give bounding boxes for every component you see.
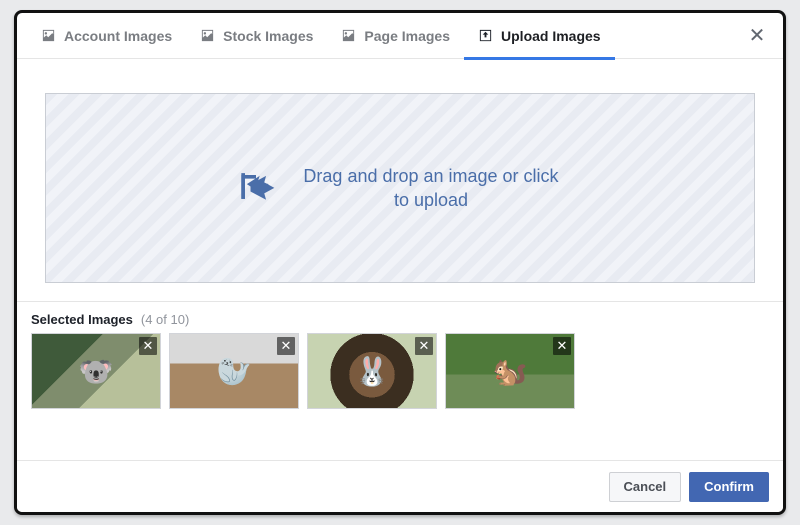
cancel-button[interactable]: Cancel bbox=[609, 472, 682, 502]
upload-dropzone[interactable]: Drag and drop an image or click to uploa… bbox=[45, 93, 755, 283]
close-icon: ✕ bbox=[419, 338, 430, 353]
tab-page-images[interactable]: Page Images bbox=[327, 13, 464, 59]
upload-arrow-icon bbox=[234, 164, 278, 213]
upload-image-icon bbox=[478, 28, 493, 43]
tab-label: Page Images bbox=[364, 28, 450, 44]
selected-thumbnail[interactable]: 🐰 ✕ bbox=[307, 333, 437, 409]
tab-label: Account Images bbox=[64, 28, 172, 44]
selected-images-section: Selected Images (4 of 10) 🐨 ✕ 🦭 ✕ 🐰 ✕ 🐿️ bbox=[17, 302, 783, 409]
remove-thumbnail-button[interactable]: ✕ bbox=[553, 337, 571, 355]
close-icon: ✕ bbox=[281, 338, 292, 353]
close-icon: ✕ bbox=[557, 338, 568, 353]
selected-thumbnails: 🐨 ✕ 🦭 ✕ 🐰 ✕ 🐿️ ✕ bbox=[31, 333, 769, 409]
remove-thumbnail-button[interactable]: ✕ bbox=[277, 337, 295, 355]
close-icon: ✕ bbox=[749, 23, 766, 48]
image-icon bbox=[341, 28, 356, 43]
selected-thumbnail[interactable]: 🐨 ✕ bbox=[31, 333, 161, 409]
close-icon: ✕ bbox=[143, 338, 154, 353]
dropzone-text: Drag and drop an image or click to uploa… bbox=[296, 164, 566, 213]
remove-thumbnail-button[interactable]: ✕ bbox=[139, 337, 157, 355]
image-upload-modal: Account Images Stock Images Page Images … bbox=[14, 10, 786, 515]
close-button[interactable]: ✕ bbox=[741, 20, 773, 52]
modal-body: Drag and drop an image or click to uploa… bbox=[17, 59, 783, 302]
tab-stock-images[interactable]: Stock Images bbox=[186, 13, 327, 59]
selected-images-count: (4 of 10) bbox=[141, 312, 189, 327]
selected-thumbnail[interactable]: 🦭 ✕ bbox=[169, 333, 299, 409]
tab-account-images[interactable]: Account Images bbox=[27, 13, 186, 59]
image-icon bbox=[41, 28, 56, 43]
image-icon bbox=[200, 28, 215, 43]
remove-thumbnail-button[interactable]: ✕ bbox=[415, 337, 433, 355]
tab-upload-images[interactable]: Upload Images bbox=[464, 13, 615, 59]
selected-images-label: Selected Images bbox=[31, 312, 133, 327]
tab-label: Stock Images bbox=[223, 28, 313, 44]
thumbnail-image: 🦭 bbox=[217, 355, 252, 388]
tab-label: Upload Images bbox=[501, 28, 601, 44]
modal-footer: Cancel Confirm bbox=[17, 460, 783, 512]
thumbnail-image: 🐿️ bbox=[493, 355, 528, 388]
tab-bar: Account Images Stock Images Page Images … bbox=[17, 13, 783, 59]
selected-thumbnail[interactable]: 🐿️ ✕ bbox=[445, 333, 575, 409]
thumbnail-image: 🐰 bbox=[355, 355, 390, 388]
thumbnail-image: 🐨 bbox=[79, 355, 114, 388]
confirm-button[interactable]: Confirm bbox=[689, 472, 769, 502]
